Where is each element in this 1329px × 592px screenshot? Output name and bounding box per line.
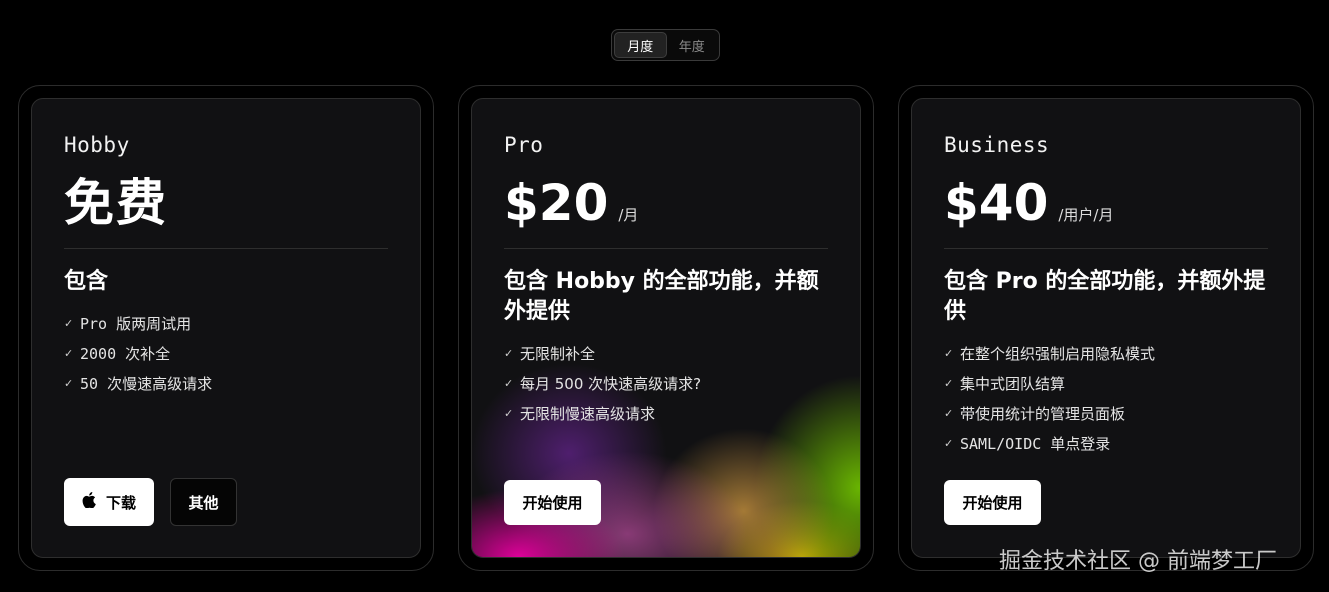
check-icon: ✓ — [504, 376, 514, 390]
watermark-text: 掘金技术社区 @ 前端梦工厂 — [999, 549, 1277, 574]
feature-item: ✓ 在整个组织强制启用隐私模式 — [944, 344, 1156, 363]
plan-includes-title: 包含 Pro 的全部功能，并额外提供 — [944, 269, 1266, 324]
feature-item: ✓ 无限制补全 — [504, 344, 596, 363]
feature-item: ✓ SAML/OIDC 单点登录 — [944, 434, 1111, 453]
divider — [64, 248, 388, 249]
plan-price: 免费 — [64, 174, 168, 232]
check-icon: ✓ — [944, 406, 954, 420]
plan-card-hobby: Hobby 免费 包含 ✓ Pro 版两周试用 ✓ 2000 次补全 ✓ 50 次慢速… — [18, 85, 434, 571]
plan-price: $20 — [504, 174, 609, 232]
feature-list: ✓ 无限制补全 ✓ 每月 500 次快速高级请求? ✓ 无限制慢速高级请求 — [504, 338, 828, 428]
plan-tier-name: Pro — [504, 133, 544, 157]
feature-item: ✓ 无限制慢速高级请求 — [504, 404, 656, 423]
divider — [504, 248, 828, 249]
plan-card-hobby-panel: Hobby 免费 包含 ✓ Pro 版两周试用 ✓ 2000 次补全 ✓ 50 次慢速… — [31, 98, 421, 558]
feature-item: ✓ 2000 次补全 — [64, 344, 171, 363]
check-icon: ✓ — [504, 346, 514, 360]
feature-list: ✓ 在整个组织强制启用隐私模式 ✓ 集中式团队结算 ✓ 带使用统计的管理员面板 ✓ SA… — [944, 338, 1268, 458]
get-started-button[interactable]: 开始使用 — [944, 480, 1041, 525]
plan-includes-title: 包含 — [64, 269, 109, 294]
check-icon: ✓ — [64, 316, 74, 330]
plan-card-pro: Pro $20 /月 包含 Hobby 的全部功能，并额外提供 ✓ 无限制补全 ✓… — [458, 85, 874, 571]
check-icon: ✓ — [944, 346, 954, 360]
plan-period: /月 — [618, 206, 639, 224]
plan-card-pro-panel: Pro $20 /月 包含 Hobby 的全部功能，并额外提供 ✓ 无限制补全 ✓… — [471, 98, 861, 558]
get-started-button[interactable]: 开始使用 — [504, 480, 601, 525]
plan-period: /用户/月 — [1058, 206, 1114, 224]
other-platforms-button[interactable]: 其他 — [170, 478, 237, 526]
plan-price: $40 — [944, 174, 1049, 232]
download-button[interactable]: 下载 — [64, 478, 154, 526]
price-row: $40 /用户/月 — [944, 175, 1113, 231]
feature-item: ✓ 50 次慢速高级请求 — [64, 374, 213, 393]
feature-item: ✓ 集中式团队结算 — [944, 374, 1066, 393]
price-row: 免费 — [64, 175, 168, 231]
check-icon: ✓ — [64, 376, 74, 390]
check-icon: ✓ — [504, 406, 514, 420]
check-icon: ✓ — [944, 436, 954, 450]
feature-item: ✓ 每月 500 次快速高级请求? — [504, 374, 702, 393]
plan-tier-name: Business — [944, 133, 1050, 157]
divider — [944, 248, 1268, 249]
feature-list: ✓ Pro 版两周试用 ✓ 2000 次补全 ✓ 50 次慢速高级请求 — [64, 308, 388, 398]
plan-tier-name: Hobby — [64, 133, 130, 157]
pricing-page: 月度 年度 Hobby 免费 包含 ✓ Pro 版两周试用 ✓ 2000 次补全 ✓… — [0, 0, 1329, 592]
toggle-yearly[interactable]: 年度 — [667, 32, 718, 58]
check-icon: ✓ — [64, 346, 74, 360]
feature-item: ✓ Pro 版两周试用 — [64, 314, 192, 333]
toggle-monthly[interactable]: 月度 — [614, 32, 667, 58]
billing-toggle: 月度 年度 — [611, 29, 720, 61]
download-button-label: 下载 — [105, 493, 136, 512]
price-row: $20 /月 — [504, 175, 638, 231]
feature-item: ✓ 带使用统计的管理员面板 — [944, 404, 1126, 423]
apple-icon — [82, 492, 96, 512]
plan-card-business-panel: Business $40 /用户/月 包含 Pro 的全部功能，并额外提供 ✓ 在… — [911, 98, 1301, 558]
plan-includes-title: 包含 Hobby 的全部功能，并额外提供 — [504, 269, 819, 324]
check-icon: ✓ — [944, 376, 954, 390]
plan-card-business: Business $40 /用户/月 包含 Pro 的全部功能，并额外提供 ✓ 在… — [898, 85, 1314, 571]
